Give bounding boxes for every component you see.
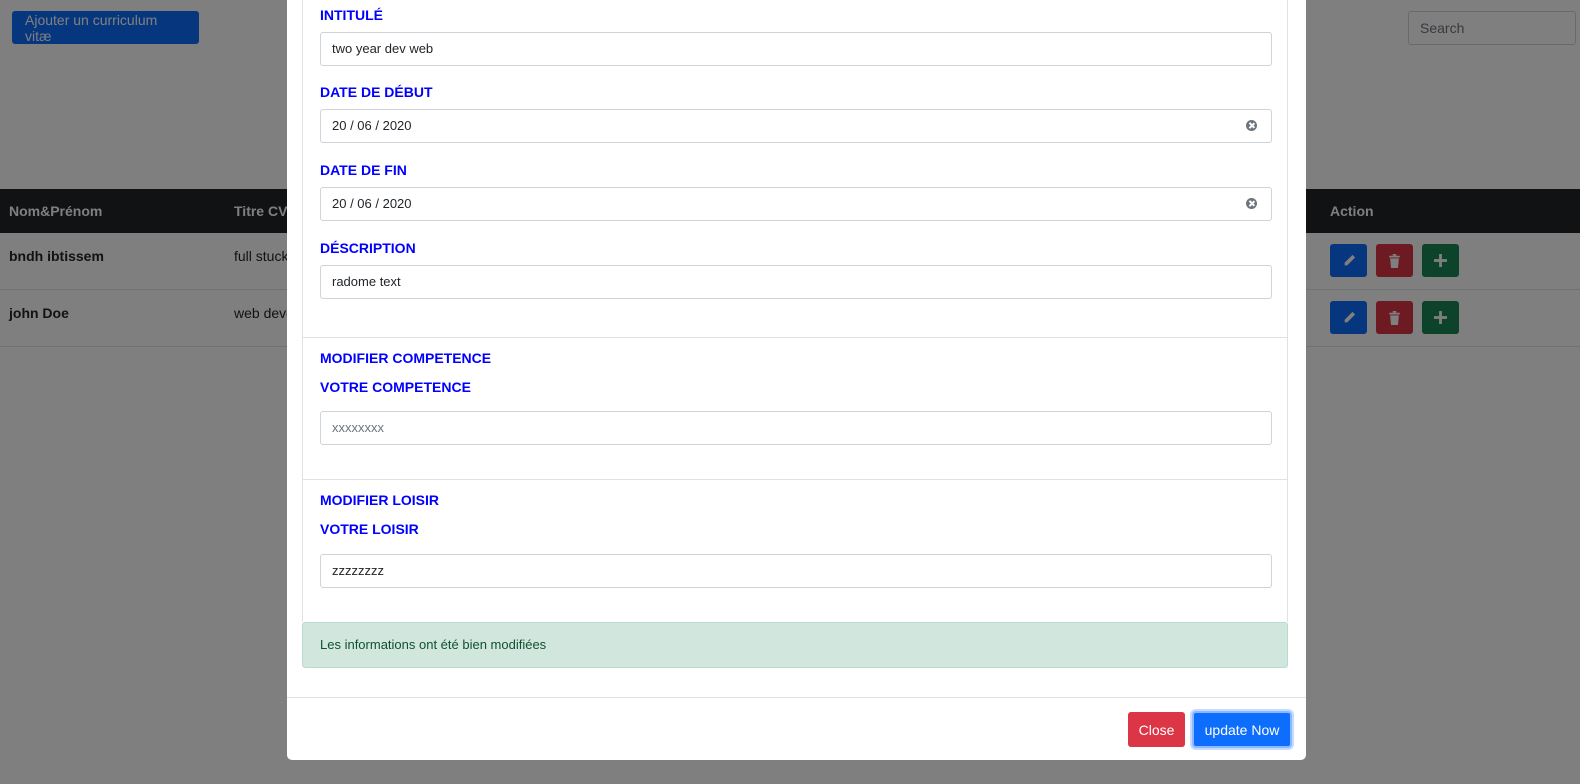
competence-label: Votre competence <box>320 379 471 395</box>
clear-icon[interactable] <box>1246 120 1257 131</box>
date-fin-input[interactable]: 20 / 06 / 2020 <box>320 187 1272 221</box>
competence-section-title: Modifier competence <box>320 350 492 366</box>
success-alert: Les informations ont été bien modifiées <box>302 622 1288 668</box>
date-debut-input[interactable]: 20 / 06 / 2020 <box>320 109 1272 143</box>
clear-icon[interactable] <box>1246 198 1257 209</box>
update-button[interactable]: update Now <box>1192 711 1292 748</box>
loisir-section-title: Modifier loisir <box>320 492 439 508</box>
modal-footer: Close update Now <box>287 697 1306 760</box>
intitule-input[interactable]: two year dev web <box>320 32 1272 66</box>
date-debut-label: Date de début <box>320 84 433 100</box>
date-fin-value: 20 / 06 / 2020 <box>332 196 412 211</box>
description-label: Déscription <box>320 240 416 256</box>
edit-cv-modal: Intitulé two year dev web Date de début … <box>287 0 1306 760</box>
date-fin-label: Date de fin <box>320 162 407 178</box>
loisir-input[interactable]: zzzzzzzz <box>320 554 1272 588</box>
loisir-label: Votre loisir <box>320 521 419 537</box>
close-button[interactable]: Close <box>1128 712 1185 747</box>
intitule-label: Intitulé <box>320 7 383 23</box>
competence-input[interactable]: xxxxxxxx <box>320 411 1272 445</box>
description-input[interactable]: radome text <box>320 265 1272 299</box>
competence-section: Modifier competence Votre competence xxx… <box>302 337 1288 479</box>
date-debut-value: 20 / 06 / 2020 <box>332 118 412 133</box>
loisir-section: Modifier loisir Votre loisir zzzzzzzz <box>302 479 1288 622</box>
experience-section: Intitulé two year dev web Date de début … <box>302 0 1288 337</box>
